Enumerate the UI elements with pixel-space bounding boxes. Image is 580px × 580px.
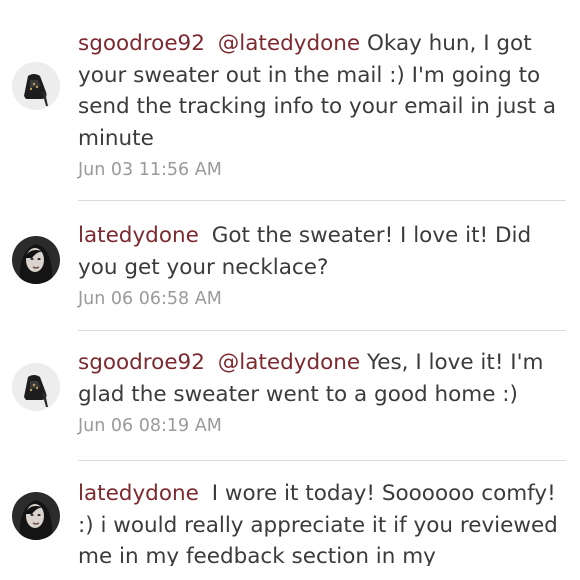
comment-text: sgoodroe92 @latedydone Okay hun, I got y… <box>78 28 570 154</box>
mention-link[interactable]: @latedydone <box>218 350 360 375</box>
comment-timestamp: Jun 03 11:56 AM <box>78 160 222 180</box>
comment-feed: sgoodroe92 @latedydone Okay hun, I got y… <box>0 0 580 566</box>
comment-item: latedydone Got the sweater! I love it! D… <box>0 220 580 311</box>
username-link[interactable]: sgoodroe92 <box>78 350 205 375</box>
high-heel-shoe-avatar-icon <box>12 363 60 411</box>
avatar[interactable] <box>12 363 60 411</box>
avatar[interactable] <box>12 62 60 110</box>
comment-item: sgoodroe92 @latedydone Yes, I love it! I… <box>0 347 580 438</box>
username-link[interactable]: sgoodroe92 <box>78 31 205 56</box>
divider <box>78 460 566 461</box>
divider <box>78 200 566 201</box>
avatar[interactable] <box>12 492 60 540</box>
username-link[interactable]: latedydone <box>78 223 199 248</box>
comment-text: sgoodroe92 @latedydone Yes, I love it! I… <box>78 347 570 410</box>
comment-timestamp: Jun 06 08:19 AM <box>78 416 222 436</box>
divider <box>78 330 566 331</box>
high-heel-shoe-avatar-icon <box>12 62 60 110</box>
comment-text: latedydone I wore it today! Soooooo comf… <box>78 478 570 566</box>
comment-timestamp: Jun 06 06:58 AM <box>78 289 222 309</box>
avatar[interactable] <box>12 236 60 284</box>
woman-portrait-avatar-icon <box>12 492 60 540</box>
comment-text: latedydone Got the sweater! I love it! D… <box>78 220 570 283</box>
username-link[interactable]: latedydone <box>78 481 199 506</box>
comment-item: latedydone I wore it today! Soooooo comf… <box>0 478 580 566</box>
comment-item: sgoodroe92 @latedydone Okay hun, I got y… <box>0 28 580 182</box>
mention-link[interactable]: @latedydone <box>218 31 360 56</box>
woman-portrait-avatar-icon <box>12 236 60 284</box>
